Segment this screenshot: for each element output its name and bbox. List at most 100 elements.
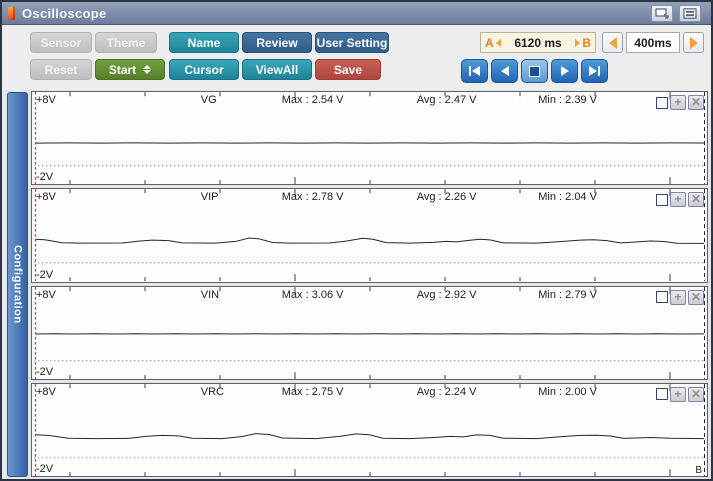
waveform-plot-vg <box>34 92 705 185</box>
channel-name: VIP <box>200 191 219 204</box>
review-button[interactable]: Review <box>242 32 312 53</box>
channel-visible-checkbox[interactable] <box>656 291 668 303</box>
theme-button-label: Theme <box>106 35 146 50</box>
close-channel-button[interactable]: ✕ <box>688 192 704 208</box>
scale-bottom-label: -2V <box>36 365 54 378</box>
channel-min: Min : 2.04 V <box>538 191 597 204</box>
channel-controls: + ✕ <box>656 95 704 110</box>
channel-controls: + ✕ <box>656 192 704 208</box>
timebase-decrease-button[interactable] <box>602 32 623 53</box>
name-button[interactable]: Name <box>169 32 239 53</box>
channel-controls: + ✕ <box>656 289 704 305</box>
app-icon <box>8 6 15 20</box>
channel-name: VIN <box>200 288 220 301</box>
channel-max: Max : 3.06 V <box>281 288 344 301</box>
channel-max: Max : 2.54 V <box>281 94 344 106</box>
scale-top-label: +8V <box>36 191 56 204</box>
channel-panels: +8V VG Max : 2.54 V Avg : 2.47 V Min : 2… <box>31 91 708 477</box>
stop-button[interactable] <box>521 59 548 83</box>
ab-range-value: 6120 ms <box>514 35 562 50</box>
channel-max: Max : 2.75 V <box>281 385 344 398</box>
zoom-in-button[interactable]: + <box>670 192 686 208</box>
zoom-in-button[interactable]: + <box>670 289 686 305</box>
channel-visible-checkbox[interactable] <box>656 193 668 206</box>
cursor-button-label: Cursor <box>184 62 224 77</box>
playback-controls <box>461 59 608 83</box>
waveform-plot-vrc <box>34 383 705 476</box>
start-spinner-icon[interactable] <box>143 65 152 74</box>
skip-start-button[interactable] <box>461 59 488 83</box>
skip-end-button[interactable] <box>581 59 608 83</box>
channel-avg: Avg : 2.24 V <box>416 385 477 398</box>
channel-min: Min : 2.00 V <box>538 385 597 398</box>
scale-top-label: +8V <box>36 385 56 398</box>
channel-panel-vip: +8V VIP Max : 2.78 V Avg : 2.26 V Min : … <box>31 188 708 283</box>
reset-button-label: Reset <box>44 62 78 77</box>
channel-name: VRC <box>200 385 224 398</box>
a-left-arrow-icon <box>495 38 501 47</box>
close-channel-button[interactable]: ✕ <box>688 95 704 110</box>
sensor-button-label: Sensor <box>40 35 82 50</box>
scale-bottom-label: -2V <box>36 268 54 281</box>
channel-avg: Avg : 2.47 V <box>416 94 477 106</box>
play-icon <box>560 66 569 76</box>
theme-button[interactable]: Theme <box>95 32 157 53</box>
channel-visible-checkbox[interactable] <box>656 388 668 401</box>
configuration-tab-label: Configuration <box>11 245 24 324</box>
configuration-tab[interactable]: Configuration <box>7 92 28 477</box>
right-triangle-icon <box>589 66 597 76</box>
viewall-button[interactable]: ViewAll <box>242 59 312 80</box>
reset-button[interactable]: Reset <box>30 59 92 80</box>
close-channel-button[interactable]: ✕ <box>688 289 704 305</box>
scale-top-label: +8V <box>36 288 56 301</box>
sensor-button[interactable]: Sensor <box>30 32 92 53</box>
channel-controls: + ✕ <box>656 386 704 402</box>
save-button[interactable]: Save <box>315 59 381 80</box>
channel-visible-checkbox[interactable] <box>656 96 668 109</box>
save-button-label: Save <box>333 62 363 77</box>
left-arrow-icon <box>608 36 617 49</box>
bar-icon <box>469 66 471 76</box>
left-triangle-icon <box>472 66 480 76</box>
waveform-plot-vin <box>34 286 705 379</box>
bar-icon <box>598 66 600 76</box>
display-switch-icon <box>655 8 669 19</box>
channel-name: VG <box>200 94 217 106</box>
channel-panel-vrc: +8V VRC Max : 2.75 V Avg : 2.24 V Min : … <box>31 382 708 477</box>
display-switch-button[interactable] <box>651 5 673 22</box>
b-right-arrow-icon <box>575 38 581 47</box>
channel-min: Min : 2.79 V <box>538 288 597 301</box>
viewall-button-label: ViewAll <box>255 62 299 77</box>
zoom-in-button[interactable]: + <box>670 386 686 402</box>
user-setting-button[interactable]: User Setting <box>315 32 389 53</box>
channel-avg: Avg : 2.26 V <box>416 191 477 204</box>
channel-panel-vin: +8V VIN Max : 3.06 V Avg : 2.92 V Min : … <box>31 285 708 380</box>
toolbar: Sensor Theme Name Review User Setting Re… <box>2 25 711 90</box>
scale-bottom-label: -2V <box>36 463 54 475</box>
channel-min: Min : 2.39 V <box>538 94 597 106</box>
scale-top-label: +8V <box>36 94 56 106</box>
user-setting-button-label: User Setting <box>316 35 388 50</box>
left-triangle-icon <box>500 66 509 76</box>
oscilloscope-window: Oscilloscope Sensor Theme Name Review Us… <box>0 0 713 481</box>
play-button[interactable] <box>551 59 578 83</box>
stop-icon <box>529 65 540 77</box>
cursor-b-label: B <box>582 35 591 50</box>
start-button-label: Start <box>108 62 137 77</box>
step-back-button[interactable] <box>491 59 518 83</box>
layout-button[interactable] <box>679 5 701 22</box>
review-button-label: Review <box>256 35 298 50</box>
name-button-label: Name <box>187 35 221 50</box>
cursor-a-label: A <box>485 35 494 50</box>
titlebar: Oscilloscope <box>2 2 711 25</box>
cursor-button[interactable]: Cursor <box>169 59 239 80</box>
zoom-in-button[interactable]: + <box>670 95 686 110</box>
window-title: Oscilloscope <box>22 5 107 21</box>
close-channel-button[interactable]: ✕ <box>688 386 704 402</box>
main-area: Configuration +8V VG Max : 2.54 V Avg : … <box>2 90 711 479</box>
channel-panel-vg: +8V VG Max : 2.54 V Avg : 2.47 V Min : 2… <box>31 91 708 186</box>
scale-bottom-label: -2V <box>36 171 54 184</box>
start-button[interactable]: Start <box>95 59 165 80</box>
channel-max: Max : 2.78 V <box>281 191 344 204</box>
timebase-increase-button[interactable] <box>683 32 704 53</box>
